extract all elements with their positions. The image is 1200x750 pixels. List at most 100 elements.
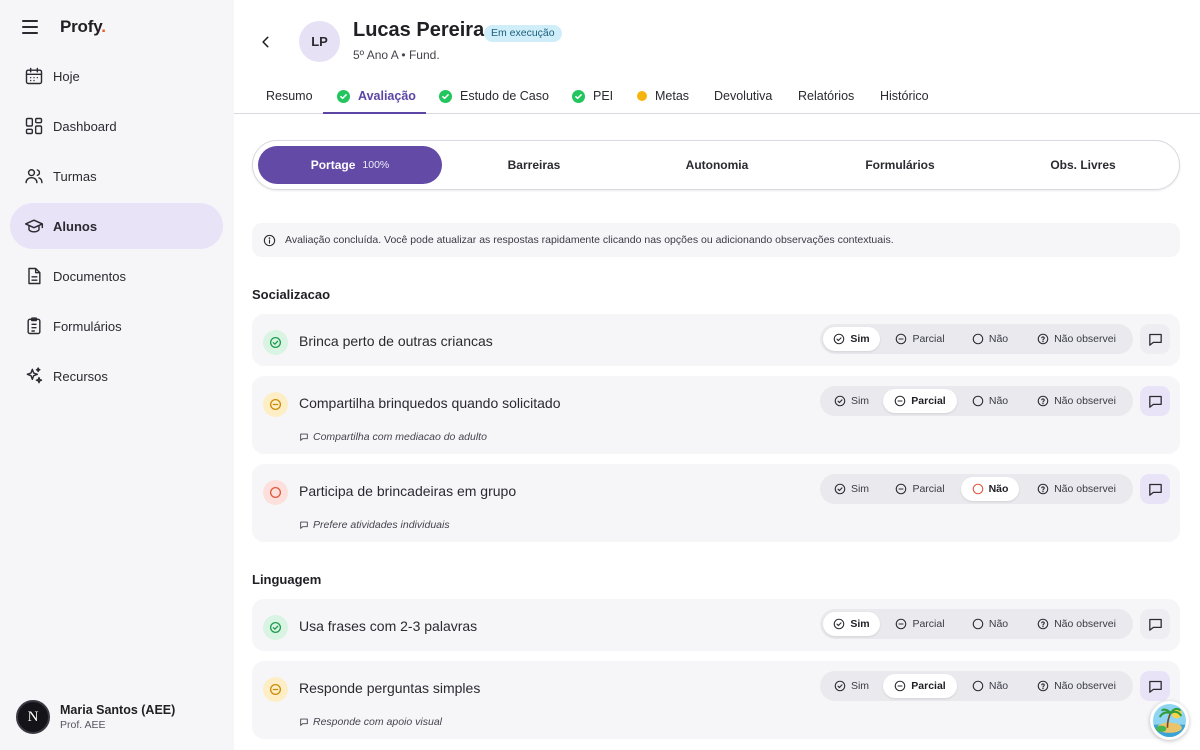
check-status-icon (263, 615, 288, 640)
comment-icon (1148, 618, 1162, 631)
sparkles-icon (26, 367, 43, 384)
option-sim[interactable]: Sim (823, 327, 880, 351)
tab-resumo[interactable]: Resumo (266, 78, 313, 114)
tab-metas[interactable]: Metas (637, 78, 689, 114)
student-subtitle: 5º Ano A • Fund. (353, 48, 440, 62)
minus-circle-icon (896, 333, 907, 345)
sidebar-item-alunos[interactable]: Alunos (10, 203, 223, 249)
tab-relatorios[interactable]: Relatórios (798, 78, 854, 114)
comment-button[interactable] (1140, 474, 1170, 504)
circle-icon (972, 680, 984, 692)
option-label: Não observei (1054, 483, 1116, 495)
question-note: Prefere atividades individuais (299, 519, 450, 531)
option-sim[interactable]: Sim (823, 477, 880, 501)
option-nao[interactable]: Não (961, 612, 1019, 636)
comment-button[interactable] (1140, 609, 1170, 639)
subtab-formularios[interactable]: Formulários (808, 146, 992, 184)
tab-avaliacao[interactable]: Avaliação (337, 78, 416, 114)
comment-icon (300, 718, 308, 726)
tab-pei[interactable]: PEI (572, 78, 613, 114)
option-nao-observei[interactable]: Não observei (1023, 674, 1130, 698)
student-avatar: LP (299, 21, 340, 62)
option-label: Parcial (911, 395, 946, 407)
sidebar-item-documentos[interactable]: Documentos (10, 253, 223, 299)
tab-label: Metas (655, 89, 690, 103)
tab-estudo-de-caso[interactable]: Estudo de Caso (439, 78, 549, 114)
option-nao-observei[interactable]: Não observei (1023, 477, 1130, 501)
option-nao-observei[interactable]: Não observei (1023, 612, 1130, 636)
no-status-icon (263, 480, 288, 505)
option-label: Parcial (912, 483, 945, 495)
option-sim[interactable]: Sim (823, 612, 880, 636)
comment-button[interactable] (1140, 324, 1170, 354)
sidebar-item-formularios[interactable]: Formulários (10, 303, 223, 349)
user-name: Maria Santos (AEE) (60, 703, 176, 717)
option-label: Não (988, 680, 1009, 692)
info-text: Avaliação concluída. Você pode atualizar… (285, 234, 894, 246)
comment-icon (1148, 483, 1162, 496)
minus-circle-icon (896, 618, 907, 630)
subtab-obs-livres[interactable]: Obs. Livres (991, 146, 1175, 184)
assistant-fab[interactable] (1150, 701, 1189, 740)
option-nao-observei[interactable]: Não observei (1023, 327, 1130, 351)
sidebar-item-label: Turmas (53, 168, 97, 184)
menu-icon[interactable] (22, 20, 38, 34)
brand-logo: Profy. (60, 17, 106, 36)
tab-label: Histórico (880, 89, 929, 103)
tab-label: Avaliação (358, 89, 416, 103)
question-card: Compartilha brinquedos quando solicitado… (252, 376, 1180, 454)
tab-historico[interactable]: Histórico (880, 78, 929, 114)
comment-icon (1148, 333, 1162, 346)
comment-icon (300, 433, 308, 441)
circle-icon (972, 395, 984, 407)
sidebar-item-recursos[interactable]: Recursos (10, 353, 223, 399)
option-sim[interactable]: Sim (823, 389, 880, 413)
option-label: Não (988, 333, 1009, 345)
answer-options: Sim Parcial Não Não observei (820, 386, 1133, 416)
minus-circle-icon (894, 680, 906, 692)
help-circle-icon (1037, 680, 1049, 692)
subtab-label: Barreiras (507, 158, 561, 172)
option-parcial[interactable]: Parcial (883, 327, 957, 351)
option-label: Não (988, 618, 1009, 630)
section-title: Linguagem (252, 572, 322, 587)
option-label: Sim (850, 680, 870, 692)
option-nao[interactable]: Não (961, 327, 1019, 351)
option-label: Sim (850, 618, 870, 630)
answer-options: Sim Parcial Não Não observei (820, 609, 1133, 639)
answer-options: Sim Parcial Não Não observei (820, 324, 1133, 354)
subtab-label: Formulários (865, 158, 935, 172)
subtab-portage[interactable]: Portage 100% (258, 146, 442, 184)
comment-button[interactable] (1140, 386, 1170, 416)
subtab-barreiras[interactable]: Barreiras (442, 146, 626, 184)
option-nao[interactable]: Não (961, 389, 1019, 413)
question-card: Brinca perto de outras criancas Sim Parc… (252, 314, 1180, 366)
back-button[interactable] (256, 32, 276, 52)
option-nao[interactable]: Não (961, 674, 1019, 698)
tab-devolutiva[interactable]: Devolutiva (714, 78, 772, 114)
question-text: Usa frases com 2-3 palavras (299, 618, 478, 634)
option-parcial[interactable]: Parcial (883, 612, 957, 636)
comment-button[interactable] (1140, 671, 1170, 701)
subtab-autonomia[interactable]: Autonomia (625, 146, 809, 184)
sidebar-item-hoje[interactable]: Hoje (10, 53, 223, 99)
sidebar-item-dashboard[interactable]: Dashboard (10, 103, 223, 149)
check-status-icon (263, 330, 288, 355)
check-circle-icon (439, 89, 452, 103)
option-parcial[interactable]: Parcial (883, 674, 957, 698)
graduation-cap-icon (24, 219, 44, 233)
partial-status-icon (263, 677, 288, 702)
document-icon (28, 267, 41, 285)
option-sim[interactable]: Sim (823, 674, 880, 698)
brand-row: Profy. (22, 17, 106, 37)
calendar-icon (25, 67, 43, 85)
option-parcial[interactable]: Parcial (883, 477, 957, 501)
option-label: Parcial (912, 618, 945, 630)
option-nao-observei[interactable]: Não observei (1023, 389, 1130, 413)
sidebar-item-turmas[interactable]: Turmas (10, 153, 223, 199)
note-text: Responde com apoio visual (313, 716, 442, 728)
user-profile[interactable]: N Maria Santos (AEE) Prof. AEE (16, 700, 175, 734)
option-parcial[interactable]: Parcial (883, 389, 957, 413)
option-nao[interactable]: Não (961, 477, 1019, 501)
answer-options: Sim Parcial Não Não observei (820, 671, 1133, 701)
